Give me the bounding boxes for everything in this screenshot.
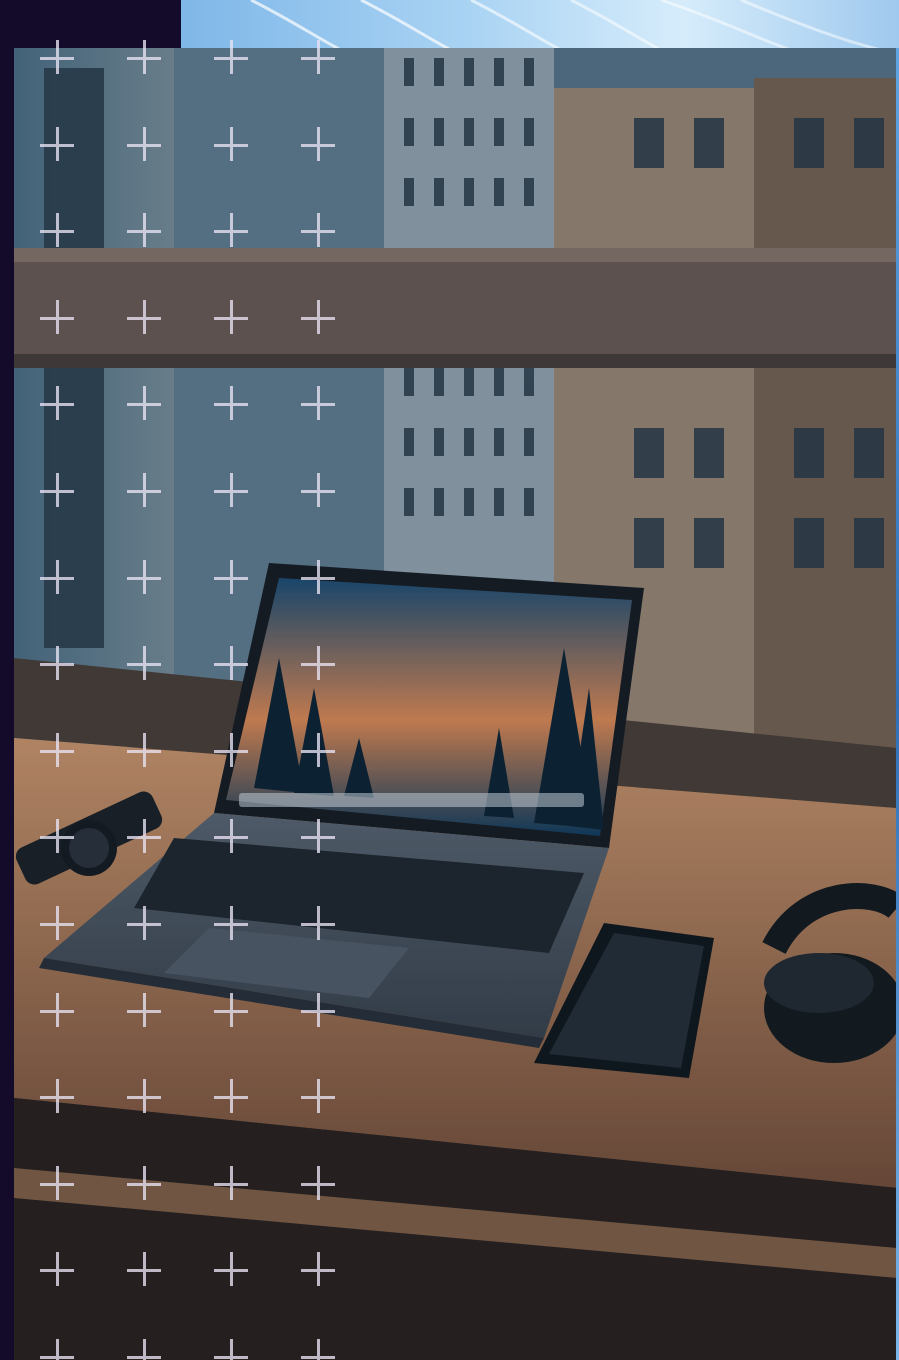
plus-mark-icon [301,1165,337,1202]
plus-mark-icon [301,1079,337,1115]
plus-mark-icon [127,386,163,422]
plus-mark-icon [127,646,163,682]
plus-mark-icon [40,819,76,855]
plus-mark-icon [127,1252,163,1288]
plus-mark-icon [301,646,337,682]
plus-mark-icon [40,1338,76,1360]
plus-mark-icon [127,819,163,855]
plus-mark-icon [40,992,76,1029]
plus-mark-icon [40,472,76,509]
plus-mark-icon [40,126,76,163]
plus-mark-icon [301,40,337,76]
plus-mark-icon [127,1165,163,1202]
plus-mark-icon [214,732,250,769]
plus-mark-icon [127,1079,163,1115]
plus-mark-icon [301,559,337,596]
plus-mark-icon [301,732,337,769]
plus-mark-icon [301,299,337,336]
plus-mark-icon [40,646,76,682]
plus-mark-icon [214,819,250,855]
plus-mark-icon [214,992,250,1029]
plus-mark-icon [214,1338,250,1360]
plus-mark-icon [214,472,250,509]
plus-mark-icon [40,559,76,596]
plus-mark-icon [214,213,250,249]
plus-mark-icon [301,472,337,509]
plus-mark-icon [127,559,163,596]
plus-mark-icon [301,992,337,1029]
plus-mark-icon [214,299,250,336]
hero-visual [0,0,899,1360]
plus-mark-icon [127,905,163,942]
plus-mark-icon [40,213,76,249]
plus-mark-icon [301,819,337,855]
plus-mark-icon [127,732,163,769]
plus-mark-icon [40,1165,76,1202]
plus-mark-icon [301,1252,337,1288]
plus-mark-icon [214,126,250,163]
plus-mark-icon [214,905,250,942]
plus-mark-icon [40,905,76,942]
plus-mark-icon [127,126,163,163]
plus-mark-icon [301,1338,337,1360]
plus-mark-icon [40,386,76,422]
plus-mark-icon [301,213,337,249]
plus-mark-icon [214,40,250,76]
plus-mark-icon [127,213,163,249]
plus-mark-icon [301,386,337,422]
plus-mark-icon [214,559,250,596]
plus-mark-icon [214,646,250,682]
plus-mark-icon [301,905,337,942]
plus-mark-icon [127,40,163,76]
plus-mark-icon [40,299,76,336]
plus-pattern-overlay [40,40,388,1360]
plus-mark-icon [214,1252,250,1288]
plus-mark-icon [214,1165,250,1202]
plus-mark-icon [127,472,163,509]
plus-mark-icon [301,126,337,163]
plus-mark-icon [214,1079,250,1115]
plus-mark-icon [40,732,76,769]
plus-mark-icon [40,40,76,76]
plus-mark-icon [127,992,163,1029]
plus-mark-icon [40,1079,76,1115]
plus-mark-icon [127,1338,163,1360]
plus-mark-icon [214,386,250,422]
plus-mark-icon [127,299,163,336]
plus-mark-icon [40,1252,76,1288]
